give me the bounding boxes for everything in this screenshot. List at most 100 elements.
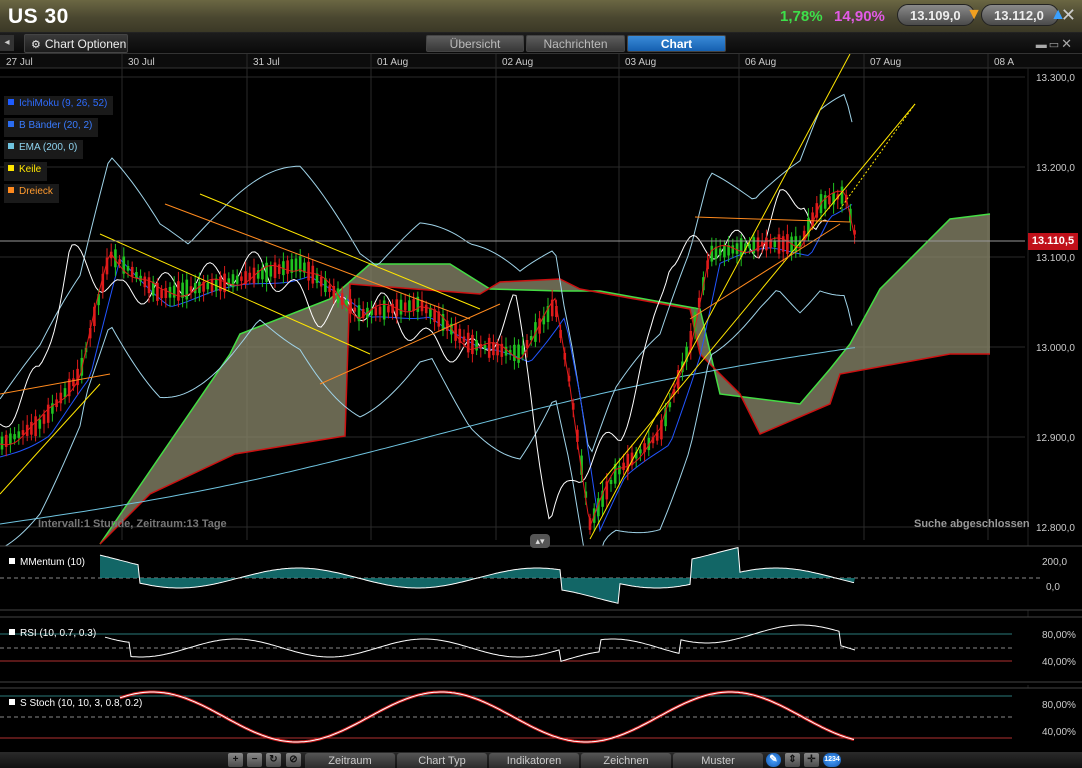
close-panel-icon[interactable]: ✕ xyxy=(1061,36,1074,51)
data-table-icon[interactable]: 1234 xyxy=(823,753,841,767)
stoch-axis-80: 80,00% xyxy=(1042,700,1076,711)
candle-body xyxy=(345,299,348,306)
menu-patterns[interactable]: Muster xyxy=(673,753,763,768)
candle-body xyxy=(219,276,222,292)
candle-body xyxy=(307,261,310,281)
candle-body xyxy=(525,340,529,348)
x-axis-label: 06 Aug xyxy=(745,57,776,68)
candle-body xyxy=(172,285,176,298)
ichimoku-cloud xyxy=(100,214,990,544)
candle-body xyxy=(777,234,781,254)
candle-body xyxy=(786,234,789,254)
tab-news[interactable]: Nachrichten xyxy=(526,35,625,52)
y-axis-label: 13.300,0 xyxy=(1036,73,1075,84)
gear-icon: ⚙ xyxy=(31,39,41,51)
candle-body xyxy=(387,306,390,313)
sell-quote-button[interactable]: 13.109,0 ▼ xyxy=(897,4,982,26)
back-arrow-icon[interactable]: ◂ xyxy=(0,35,14,51)
legend-item-ichimoku[interactable]: IchiMoku (9, 26, 52) xyxy=(4,96,114,115)
menu-chart-type[interactable]: Chart Typ xyxy=(397,753,487,768)
menu-drawing[interactable]: Zeichnen xyxy=(581,753,671,768)
legend-item-bollinger[interactable]: B Bänder (20, 2) xyxy=(4,118,99,137)
chart-options-label: Chart Optionen xyxy=(44,37,127,51)
candle-body xyxy=(828,196,831,205)
candle-body xyxy=(177,281,180,301)
y-axis-label: 12.900,0 xyxy=(1036,433,1075,444)
candle-body xyxy=(399,299,403,315)
x-axis-label: 30 Jul xyxy=(128,57,155,68)
legend-item-ema[interactable]: EMA (200, 0) xyxy=(4,140,84,159)
minimize-icon[interactable]: ▬ xyxy=(1036,39,1049,51)
candle-body xyxy=(466,332,470,353)
chart-drawings xyxy=(0,54,916,540)
candle-body xyxy=(718,248,722,256)
ema-line xyxy=(0,347,856,525)
candle-body xyxy=(496,343,499,356)
legend-label: IchiMoku (9, 26, 52) xyxy=(19,98,108,109)
refresh-icon[interactable]: ↻ xyxy=(266,753,281,767)
close-icon[interactable]: ✕ xyxy=(1061,5,1076,26)
candle-body xyxy=(618,465,621,475)
legend-swatch xyxy=(8,187,14,193)
candle-body xyxy=(135,272,138,279)
legend-swatch xyxy=(8,165,14,171)
candle-body xyxy=(189,286,193,292)
tab-chart[interactable]: Chart xyxy=(627,35,726,52)
legend-item-triangle[interactable]: Dreieck xyxy=(4,184,59,203)
candle-body xyxy=(72,378,75,387)
candle-body xyxy=(273,262,277,279)
crosshair-icon[interactable]: ✛ xyxy=(804,753,819,767)
candle-body xyxy=(185,279,189,300)
interval-status: Intervall:1 Stunde, Zeitraum:13 Tage xyxy=(38,518,227,530)
chart-options-button[interactable]: ⚙ Chart Optionen xyxy=(24,34,128,53)
app-window: US 30 1,78% 14,90% 13.109,0 ▼ 13.112,0 ▲… xyxy=(0,0,1082,768)
candle-body xyxy=(483,344,487,350)
stoch-label-text: S Stoch (10, 10, 3, 0.8, 0.2) xyxy=(20,698,143,709)
candle-body xyxy=(118,259,121,264)
momentum-label[interactable]: MMentum (10) xyxy=(9,557,85,568)
legend-item-wedges[interactable]: Keile xyxy=(4,162,48,181)
candle-body xyxy=(235,275,239,284)
price-chart[interactable]: 27 Jul 30 Jul 31 Jul 01 Aug 02 Aug 03 Aug 06 A… xyxy=(0,54,1082,752)
momentum-axis-zero: 0,0 xyxy=(1046,582,1060,593)
restore-icon[interactable]: ▭ xyxy=(1049,39,1061,51)
candle-body xyxy=(206,282,210,290)
candle-body xyxy=(210,279,214,292)
search-status: Suche abgeschlossen xyxy=(914,518,1030,530)
menu-timeframe[interactable]: Zeitraum xyxy=(305,753,395,768)
rsi-label-text: RSI (10, 0.7, 0.3) xyxy=(20,628,97,639)
buy-quote-button[interactable]: 13.112,0 ▲ xyxy=(981,4,1066,26)
candle-body xyxy=(378,306,382,315)
rsi-panel xyxy=(0,617,1082,685)
rsi-axis-40: 40,00% xyxy=(1042,657,1076,668)
candle-body xyxy=(269,266,273,277)
reset-icon[interactable]: ⊘ xyxy=(286,753,301,767)
zoom-out-icon[interactable]: − xyxy=(247,753,262,767)
rsi-label[interactable]: RSI (10, 0.7, 0.3) xyxy=(9,628,96,639)
tab-overview[interactable]: Übersicht xyxy=(426,35,524,52)
legend-swatch xyxy=(8,121,14,127)
stoch-axis-40: 40,00% xyxy=(1042,727,1076,738)
bottom-toolbar: + − ↻ ⊘ Zeitraum Chart Typ Indikatoren Z… xyxy=(0,752,1082,768)
candle-body xyxy=(286,260,289,274)
indicator-swatch xyxy=(9,558,15,564)
candle-body xyxy=(240,276,243,281)
stoch-label[interactable]: S Stoch (10, 10, 3, 0.8, 0.2) xyxy=(9,698,142,709)
up-down-icon[interactable]: ⇕ xyxy=(785,753,800,767)
zoom-in-icon[interactable]: + xyxy=(228,753,243,767)
candle-body xyxy=(765,237,768,251)
candlesticks xyxy=(0,180,856,535)
candle-body xyxy=(147,277,151,294)
x-axis-label: 01 Aug xyxy=(377,57,408,68)
pencil-icon[interactable]: ✎ xyxy=(766,753,781,767)
candle-body xyxy=(9,433,12,445)
candle-body xyxy=(840,186,844,204)
instrument-title: US 30 xyxy=(8,5,69,28)
candle-body xyxy=(160,289,163,299)
candle-body xyxy=(319,276,323,287)
candle-body xyxy=(34,416,37,437)
candle-body xyxy=(214,278,218,291)
collapse-toggle-icon[interactable]: ▴▾ xyxy=(530,534,550,548)
tab-bar: ◂ ⚙ Chart Optionen Übersicht Nachrichten … xyxy=(0,33,1082,54)
menu-indicators[interactable]: Indikatoren xyxy=(489,753,579,768)
